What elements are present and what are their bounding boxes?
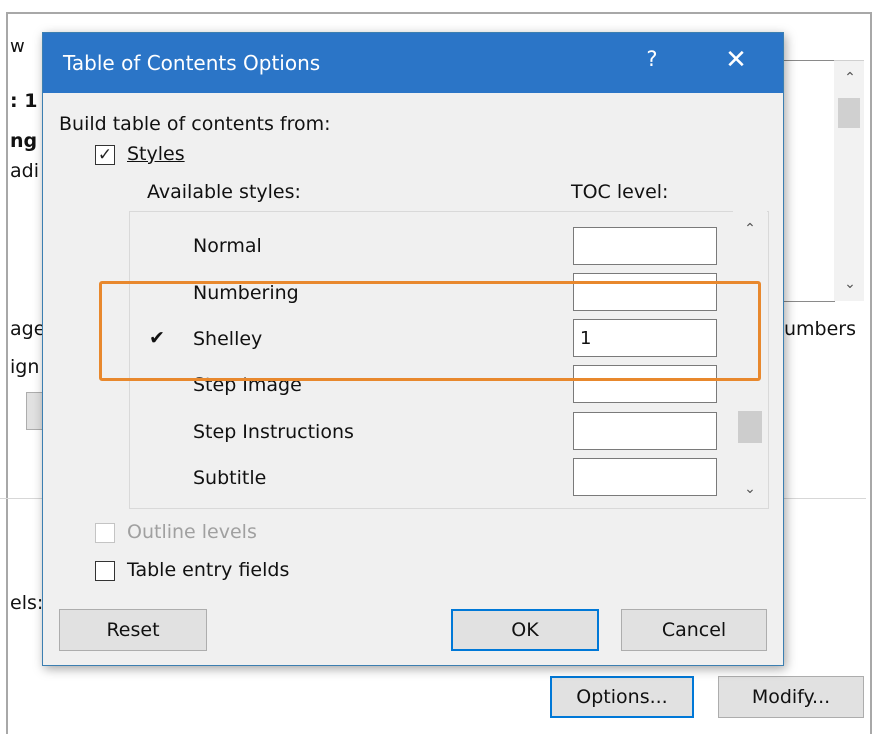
modify-button-label: Modify... <box>751 686 831 708</box>
background-numbers-label: umbers <box>784 318 857 340</box>
chevron-up-icon[interactable]: ⌃ <box>838 70 862 86</box>
ok-button[interactable]: OK <box>451 609 599 651</box>
annotation-highlight <box>99 281 761 381</box>
toc-options-dialog: Table of Contents Options ? ✕ Build tabl… <box>42 32 784 666</box>
build-toc-label: Build table of contents from: <box>59 113 331 135</box>
background-text-fragment: els: <box>10 592 44 614</box>
styles-label-text: Styles <box>127 143 185 165</box>
toc-level-input[interactable] <box>573 458 717 496</box>
toc-level-input[interactable] <box>573 227 717 265</box>
chevron-up-icon[interactable]: ⌃ <box>738 221 762 237</box>
close-icon[interactable]: ✕ <box>718 45 754 79</box>
styles-scroll-thumb[interactable] <box>738 411 762 443</box>
ok-button-label: OK <box>511 619 539 641</box>
background-scroll-thumb[interactable] <box>838 98 860 128</box>
style-name[interactable]: Subtitle <box>193 467 266 489</box>
chevron-down-icon[interactable]: ⌄ <box>738 481 762 497</box>
options-button-label: Options... <box>576 686 668 708</box>
table-entry-fields-label: Table entry fields <box>127 559 290 581</box>
toc-level-input[interactable] <box>573 412 717 450</box>
background-text-fragment: ign <box>10 356 40 378</box>
background-button-fragment <box>26 392 43 430</box>
cancel-button-label: Cancel <box>661 619 727 641</box>
modify-button[interactable]: Modify... <box>718 676 864 718</box>
toc-level-label: TOC level: <box>571 181 669 203</box>
reset-button[interactable]: Reset <box>59 609 207 651</box>
background-text-fragment: age <box>10 318 46 340</box>
dialog-title: Table of Contents Options <box>63 51 321 75</box>
help-icon[interactable]: ? <box>637 47 667 77</box>
outline-levels-checkbox[interactable] <box>95 523 115 543</box>
styles-label: Styles <box>127 143 185 165</box>
style-name[interactable]: Step Instructions <box>193 421 354 443</box>
reset-button-label: Reset <box>106 619 160 641</box>
background-divider <box>0 498 42 499</box>
cancel-button[interactable]: Cancel <box>621 609 767 651</box>
chevron-down-icon[interactable]: ⌄ <box>838 276 862 292</box>
style-name[interactable]: Normal <box>193 235 262 257</box>
background-text-fragment: adi <box>10 160 39 182</box>
outline-levels-label: Outline levels <box>127 521 257 543</box>
background-title-fragment: w <box>10 36 25 57</box>
dialog-titlebar: Table of Contents Options ? ✕ <box>43 33 783 93</box>
table-entry-fields-checkbox[interactable] <box>95 561 115 581</box>
available-styles-label: Available styles: <box>147 181 301 203</box>
options-button[interactable]: Options... <box>550 676 694 718</box>
background-preview-scrollbar[interactable] <box>834 60 864 301</box>
background-text-fragment: ng <box>10 130 38 152</box>
background-text-fragment: : 1 <box>10 90 38 112</box>
background-divider <box>780 498 866 499</box>
styles-checkbox[interactable]: ✓ <box>95 145 115 165</box>
